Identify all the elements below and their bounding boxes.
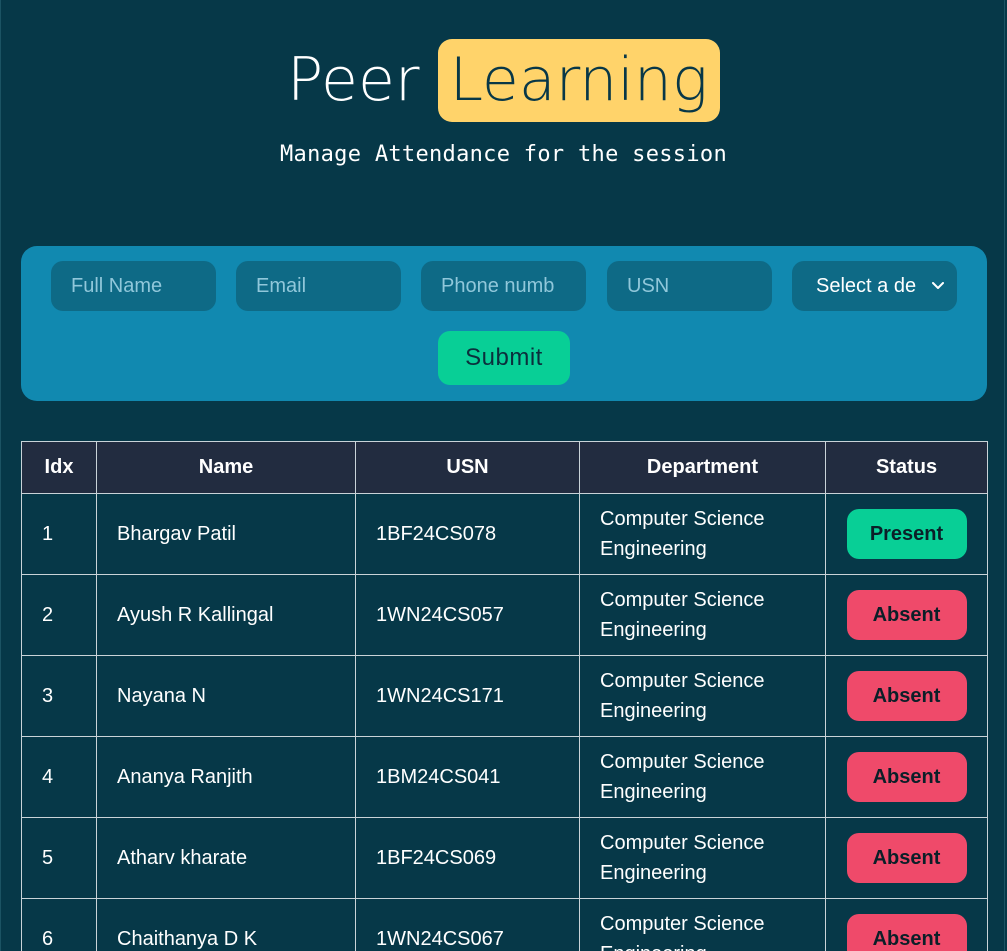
column-header-idx: Idx xyxy=(21,441,97,494)
cell-department: Computer Science Engineering xyxy=(579,898,826,951)
chevron-down-icon xyxy=(927,261,949,311)
column-header-department: Department xyxy=(579,441,826,494)
attendance-table-container: Idx Name USN Department Status 1 Bhargav… xyxy=(21,441,988,951)
cell-name: Atharv kharate xyxy=(96,817,356,899)
cell-name: Bhargav Patil xyxy=(96,493,356,575)
cell-department: Computer Science Engineering xyxy=(579,493,826,575)
cell-usn: 1WN24CS057 xyxy=(355,574,580,656)
cell-department: Computer Science Engineering xyxy=(579,817,826,899)
table-row: 6 Chaithanya D K 1WN24CS067 Computer Sci… xyxy=(21,898,988,951)
cell-idx: 2 xyxy=(21,574,97,656)
department-line2: Engineering xyxy=(600,700,707,722)
phone-placeholder: Phone numb xyxy=(441,275,555,297)
page-title: Peer Learning xyxy=(287,38,720,122)
status-absent-button[interactable]: Absent xyxy=(846,671,967,721)
cell-status: Absent xyxy=(825,736,988,818)
table-row: 3 Nayana N 1WN24CS171 Computer Science En… xyxy=(21,655,988,737)
cell-idx: 3 xyxy=(21,655,97,737)
cell-name: Nayana N xyxy=(96,655,356,737)
attendance-table: Idx Name USN Department Status 1 Bhargav… xyxy=(21,441,988,951)
page-header: Peer Learning Manage Attendance for the … xyxy=(0,38,1007,167)
page-subtitle: Manage Attendance for the session xyxy=(280,142,727,167)
status-absent-button[interactable]: Absent xyxy=(846,833,967,883)
cell-name: Ayush R Kallingal xyxy=(96,574,356,656)
cell-usn: 1WN24CS067 xyxy=(355,898,580,951)
status-absent-button[interactable]: Absent xyxy=(846,752,967,802)
department-line2: Engineering xyxy=(600,862,707,884)
usn-input[interactable]: USN xyxy=(607,261,772,311)
department-line1: Computer Science xyxy=(600,832,765,854)
table-header-row: Idx Name USN Department Status xyxy=(21,441,988,494)
cell-idx: 1 xyxy=(21,493,97,575)
email-input[interactable]: Email xyxy=(236,261,401,311)
status-absent-button[interactable]: Absent xyxy=(846,914,967,951)
full-name-input[interactable]: Full Name xyxy=(51,261,216,311)
cell-usn: 1WN24CS171 xyxy=(355,655,580,737)
cell-usn: 1BF24CS078 xyxy=(355,493,580,575)
cell-department: Computer Science Engineering xyxy=(579,736,826,818)
title-learning-highlight: Learning xyxy=(437,38,720,122)
column-header-status: Status xyxy=(825,441,988,494)
cell-status: Absent xyxy=(825,574,988,656)
department-line2: Engineering xyxy=(600,538,707,560)
email-placeholder: Email xyxy=(256,275,307,297)
cell-status: Present xyxy=(825,493,988,575)
attendance-form: Full Name Email Phone numb USN Select a … xyxy=(21,246,987,401)
phone-input[interactable]: Phone numb xyxy=(421,261,586,311)
cell-idx: 6 xyxy=(21,898,97,951)
table-row: 4 Ananya Ranjith 1BM24CS041 Computer Sci… xyxy=(21,736,988,818)
department-line2: Engineering xyxy=(600,619,707,641)
department-line1: Computer Science xyxy=(600,508,765,530)
department-line2: Engineering xyxy=(600,781,707,803)
column-header-usn: USN xyxy=(355,441,580,494)
cell-usn: 1BF24CS069 xyxy=(355,817,580,899)
department-line1: Computer Science xyxy=(600,589,765,611)
cell-idx: 5 xyxy=(21,817,97,899)
cell-status: Absent xyxy=(825,898,988,951)
column-header-name: Name xyxy=(96,441,356,494)
status-absent-button[interactable]: Absent xyxy=(846,590,967,640)
table-row: 2 Ayush R Kallingal 1WN24CS057 Computer … xyxy=(21,574,988,656)
table-row: 5 Atharv kharate 1BF24CS069 Computer Sci… xyxy=(21,817,988,899)
department-line1: Computer Science xyxy=(600,913,765,935)
title-peer: Peer xyxy=(287,45,420,115)
status-present-button[interactable]: Present xyxy=(846,509,967,559)
cell-department: Computer Science Engineering xyxy=(579,655,826,737)
submit-button[interactable]: Submit xyxy=(438,331,570,385)
cell-status: Absent xyxy=(825,655,988,737)
cell-department: Computer Science Engineering xyxy=(579,574,826,656)
department-select-value: Select a de xyxy=(816,275,917,297)
full-name-placeholder: Full Name xyxy=(71,275,163,297)
table-row: 1 Bhargav Patil 1BF24CS078 Computer Scie… xyxy=(21,493,988,575)
cell-name: Ananya Ranjith xyxy=(96,736,356,818)
cell-status: Absent xyxy=(825,817,988,899)
department-line1: Computer Science xyxy=(600,670,765,692)
cell-name: Chaithanya D K xyxy=(96,898,356,951)
department-line2: Engineering xyxy=(600,943,707,951)
usn-placeholder: USN xyxy=(627,275,670,297)
cell-usn: 1BM24CS041 xyxy=(355,736,580,818)
department-line1: Computer Science xyxy=(600,751,765,773)
cell-idx: 4 xyxy=(21,736,97,818)
department-select[interactable]: Select a de xyxy=(792,261,957,311)
